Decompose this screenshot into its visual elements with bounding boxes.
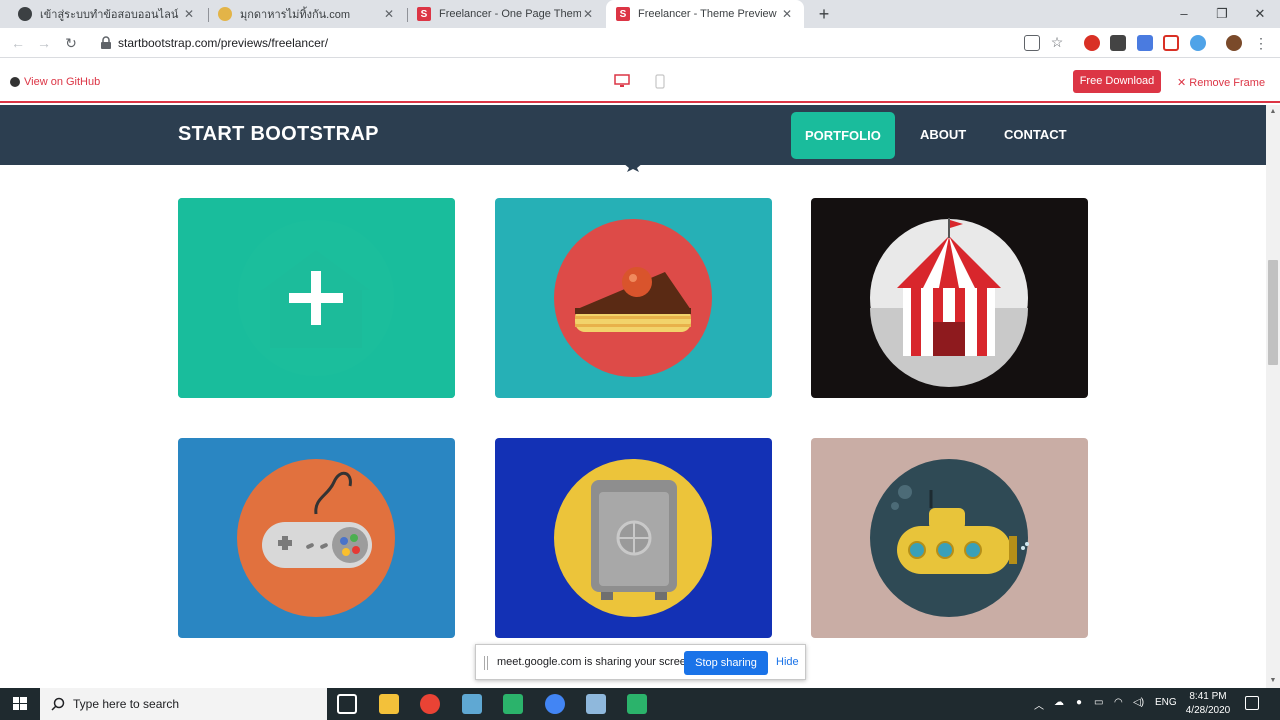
nav-contact[interactable]: CONTACT xyxy=(1004,127,1067,142)
circus-tent-illustration xyxy=(870,218,1028,387)
portfolio-item-cake[interactable] xyxy=(495,198,772,398)
github-favicon-icon xyxy=(18,7,32,21)
plus-icon xyxy=(289,271,343,325)
github-link-label: View on GitHub xyxy=(24,76,101,88)
taskbar-clock[interactable]: 8:41 PM 4/28/2020 xyxy=(1178,690,1238,718)
scroll-down-arrow-icon[interactable]: ▼ xyxy=(1268,676,1278,686)
microphone-icon[interactable]: ● xyxy=(1076,697,1082,708)
browser-tab[interactable]: มุกดาหารไม่ทิ้งกัน.com ✕ xyxy=(208,0,406,28)
minimize-icon[interactable]: – xyxy=(1164,0,1204,28)
tab-title: เข้าสู่ระบบทำข้อสอบออนไลน์ แบบมีระบบ xyxy=(40,9,182,21)
extension-icon[interactable] xyxy=(1110,35,1126,51)
volume-icon[interactable]: ◁) xyxy=(1133,697,1144,708)
github-icon xyxy=(10,77,20,87)
extension-icon[interactable] xyxy=(1163,35,1179,51)
maximize-icon[interactable]: ❐ xyxy=(1202,0,1242,28)
cake-illustration xyxy=(554,219,712,377)
extension-icon[interactable] xyxy=(1084,35,1100,51)
portfolio-item-game[interactable] xyxy=(178,438,455,638)
brand-logo[interactable]: START BOOTSTRAP xyxy=(178,123,379,146)
translate-icon[interactable] xyxy=(1024,35,1040,51)
forward-arrow-icon[interactable]: → xyxy=(35,34,53,52)
reload-icon[interactable]: ↻ xyxy=(62,34,80,52)
scroll-up-arrow-icon[interactable]: ▲ xyxy=(1268,107,1278,117)
browser-tab-strip: เข้าสู่ระบบทำข้อสอบออนไลน์ แบบมีระบบ ✕ ม… xyxy=(0,0,1280,28)
chrome-icon[interactable] xyxy=(420,694,440,714)
startbootstrap-favicon-icon: S xyxy=(417,7,431,21)
input-language[interactable]: ENG xyxy=(1155,697,1177,708)
nav-about[interactable]: ABOUT xyxy=(920,127,966,142)
site-navbar: START BOOTSTRAP PORTFOLIO ABOUT CONTACT xyxy=(0,105,1266,165)
close-window-icon[interactable]: ✕ xyxy=(1240,0,1280,28)
nav-portfolio[interactable]: PORTFOLIO xyxy=(791,112,895,159)
portfolio-item-cabin[interactable] xyxy=(178,198,455,398)
drag-handle[interactable] xyxy=(484,656,488,670)
remove-frame-label: Remove Frame xyxy=(1189,77,1266,89)
share-message: meet.google.com is sharing your screen. xyxy=(497,656,696,668)
file-explorer-icon[interactable] xyxy=(379,694,399,714)
desktop-view-icon[interactable] xyxy=(614,74,630,88)
browser-toolbar: ← → ↻ startbootstrap.com/previews/freela… xyxy=(0,28,1280,58)
app-icon[interactable] xyxy=(462,694,482,714)
new-tab-button[interactable]: + xyxy=(814,4,834,24)
portfolio-item-safe[interactable] xyxy=(495,438,772,638)
browser-tab[interactable]: เข้าสู่ระบบทำข้อสอบออนไลน์ แบบมีระบบ ✕ xyxy=(8,0,206,28)
startbootstrap-favicon-icon: S xyxy=(616,7,630,21)
action-center-icon[interactable] xyxy=(1245,696,1259,710)
site-favicon-icon xyxy=(218,7,232,21)
scrollbar-thumb[interactable] xyxy=(1268,260,1278,365)
task-view-icon[interactable] xyxy=(337,694,357,714)
clock-date: 4/28/2020 xyxy=(1185,705,1231,716)
taskbar-search-box[interactable]: Type here to search xyxy=(40,688,327,720)
app-icon[interactable] xyxy=(586,694,606,714)
search-icon xyxy=(51,697,65,711)
camtasia-recorder-icon[interactable] xyxy=(627,694,647,714)
screen-share-banner: meet.google.com is sharing your screen. … xyxy=(475,644,806,680)
clock-time: 8:41 PM xyxy=(1189,691,1227,702)
browser-tab[interactable]: S Freelancer - One Page Theme - S ✕ xyxy=(407,0,605,28)
tab-title: Freelancer - One Page Theme - S xyxy=(439,8,581,20)
close-icon: ✕ xyxy=(1177,77,1190,89)
tray-chevron-icon[interactable]: ︿ xyxy=(1034,697,1044,712)
back-arrow-icon[interactable]: ← xyxy=(9,34,27,52)
close-tab-icon[interactable]: ✕ xyxy=(581,7,595,21)
game-controller-illustration xyxy=(237,459,395,617)
close-tab-icon[interactable]: ✕ xyxy=(780,7,794,21)
safe-illustration xyxy=(554,459,712,617)
portfolio-item-circus[interactable] xyxy=(811,198,1088,398)
browser-tab-active[interactable]: S Freelancer - Theme Preview - Sta ✕ xyxy=(606,0,804,28)
menu-kebab-icon[interactable]: ⋮ xyxy=(1252,34,1270,52)
tab-title: Freelancer - Theme Preview - Sta xyxy=(638,8,780,20)
url-field[interactable]: startbootstrap.com/previews/freelancer/ xyxy=(118,36,328,50)
close-tab-icon[interactable]: ✕ xyxy=(182,7,196,21)
submarine-illustration xyxy=(870,459,1029,617)
camtasia-icon[interactable] xyxy=(503,694,523,714)
chrome-profile-icon[interactable] xyxy=(545,694,565,714)
star-divider-icon xyxy=(623,163,643,172)
lock-icon[interactable] xyxy=(100,36,112,50)
onedrive-icon[interactable]: ☁ xyxy=(1054,697,1064,708)
tab-title: มุกดาหารไม่ทิ้งกัน.com xyxy=(240,9,350,21)
windows-start-icon[interactable] xyxy=(0,688,40,720)
page-scrollbar[interactable]: ▲ ▼ xyxy=(1266,105,1280,688)
bookmark-star-icon[interactable]: ☆ xyxy=(1048,33,1066,51)
preview-bar: View on GitHub Free Download ✕ Remove Fr… xyxy=(0,58,1280,103)
extension-icon[interactable] xyxy=(1137,35,1153,51)
view-on-github-link[interactable]: View on GitHub xyxy=(10,76,100,88)
profile-avatar[interactable] xyxy=(1226,35,1242,51)
portfolio-item-submarine[interactable] xyxy=(811,438,1088,638)
mobile-view-icon[interactable] xyxy=(655,74,665,89)
free-download-button[interactable]: Free Download xyxy=(1073,70,1161,93)
battery-icon[interactable]: ▭ xyxy=(1094,697,1103,708)
wifi-icon[interactable]: ◠ xyxy=(1114,697,1123,708)
cloud-extension-icon[interactable] xyxy=(1190,35,1206,51)
windows-taskbar: Type here to search ︿ ☁ ● ▭ ◠ ◁) ENG 8:4… xyxy=(0,688,1280,720)
close-tab-icon[interactable]: ✕ xyxy=(382,7,396,21)
stop-sharing-button[interactable]: Stop sharing xyxy=(684,651,768,675)
search-placeholder: Type here to search xyxy=(73,697,180,711)
hide-button[interactable]: Hide xyxy=(776,656,799,668)
remove-frame-link[interactable]: ✕ Remove Frame xyxy=(1177,76,1265,89)
